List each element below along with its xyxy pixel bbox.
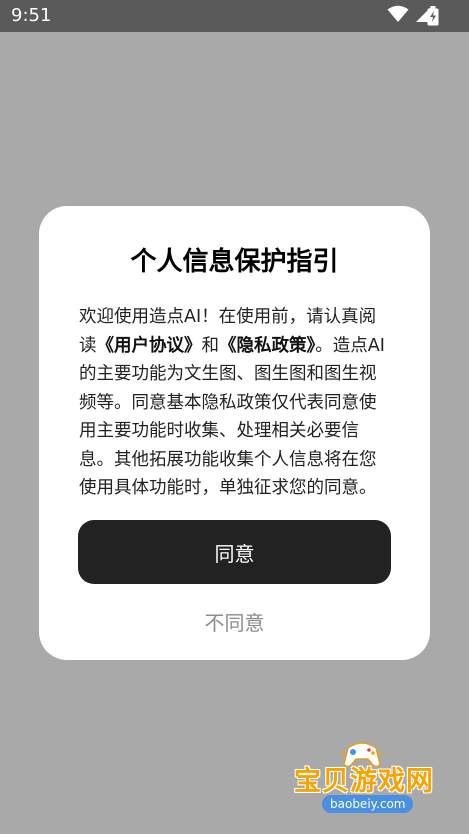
dialog-title: 个人信息保护指引 [130,247,339,277]
privacy-policy-link[interactable]: 《隐私政策》 [219,336,315,356]
conjunction-text: 和 [201,335,220,356]
dialog-details-text: 。造点AI的主要功能为文生图、图生图和图生视频等。同意基本隐私政策仅代表同意使用… [79,335,385,499]
status-bar: 9:51 [0,0,469,32]
agree-button[interactable]: 同意 [78,520,391,584]
user-agreement-link[interactable]: 《用户协议》 [97,336,202,356]
battery-charging-icon [427,6,439,30]
status-time: 9:51 [11,5,52,26]
watermark-brand: 宝贝游戏网 [294,766,434,797]
wifi-icon [387,5,409,27]
watermark: 宝贝游戏网 baobeiy.com [290,738,440,828]
watermark-url: baobeiy.com [322,795,414,813]
dialog-body-text: 欢迎使用造点AI！在使用前，请认真阅读《用户协议》和《隐私政策》。造点AI的主要… [79,303,391,503]
disagree-button[interactable]: 不同意 [78,604,391,638]
